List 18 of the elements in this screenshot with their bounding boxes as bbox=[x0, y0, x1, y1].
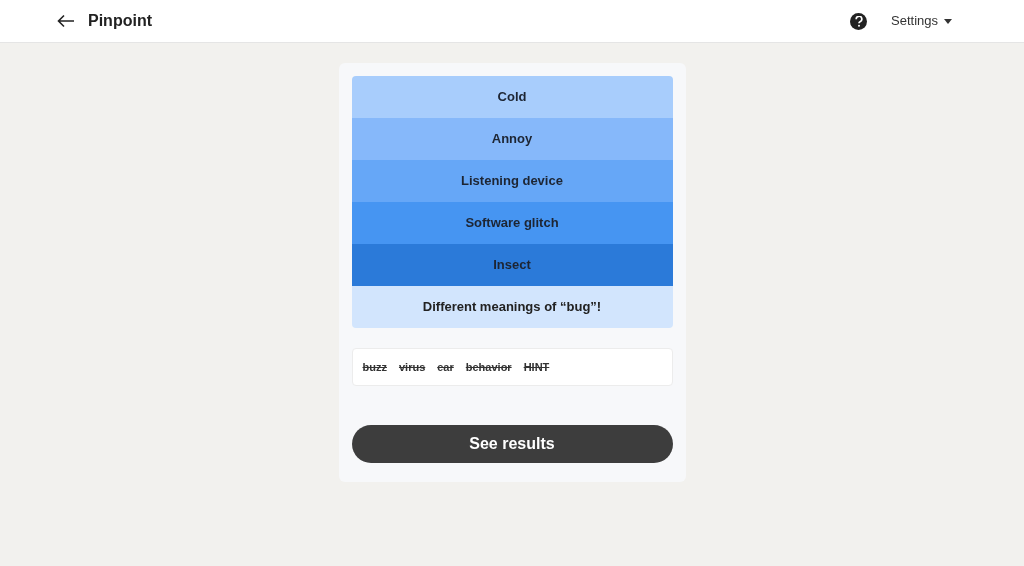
question-mark-icon bbox=[854, 15, 863, 27]
guess-word: buzz bbox=[362, 359, 387, 375]
clue-row: Annoy bbox=[351, 118, 673, 160]
answer-row: Different meanings of “bug”! bbox=[351, 286, 673, 328]
guess-word: ear bbox=[437, 359, 454, 375]
guess-word: HINT bbox=[523, 359, 550, 375]
back-arrow-icon bbox=[57, 14, 75, 28]
clue-row: Cold bbox=[351, 76, 673, 118]
clue-row: Insect bbox=[351, 244, 673, 286]
clue-row: Listening device bbox=[351, 160, 673, 202]
caret-icon bbox=[944, 18, 952, 24]
app-title: Pinpoint bbox=[88, 11, 152, 31]
help-button[interactable] bbox=[850, 12, 867, 30]
guess-word: virus bbox=[398, 359, 426, 375]
settings-dropdown[interactable]: Settings bbox=[891, 11, 952, 31]
guess-word: behavior bbox=[465, 359, 512, 375]
clue-row: Software glitch bbox=[351, 202, 673, 244]
see-results-button[interactable]: See results bbox=[351, 425, 673, 463]
